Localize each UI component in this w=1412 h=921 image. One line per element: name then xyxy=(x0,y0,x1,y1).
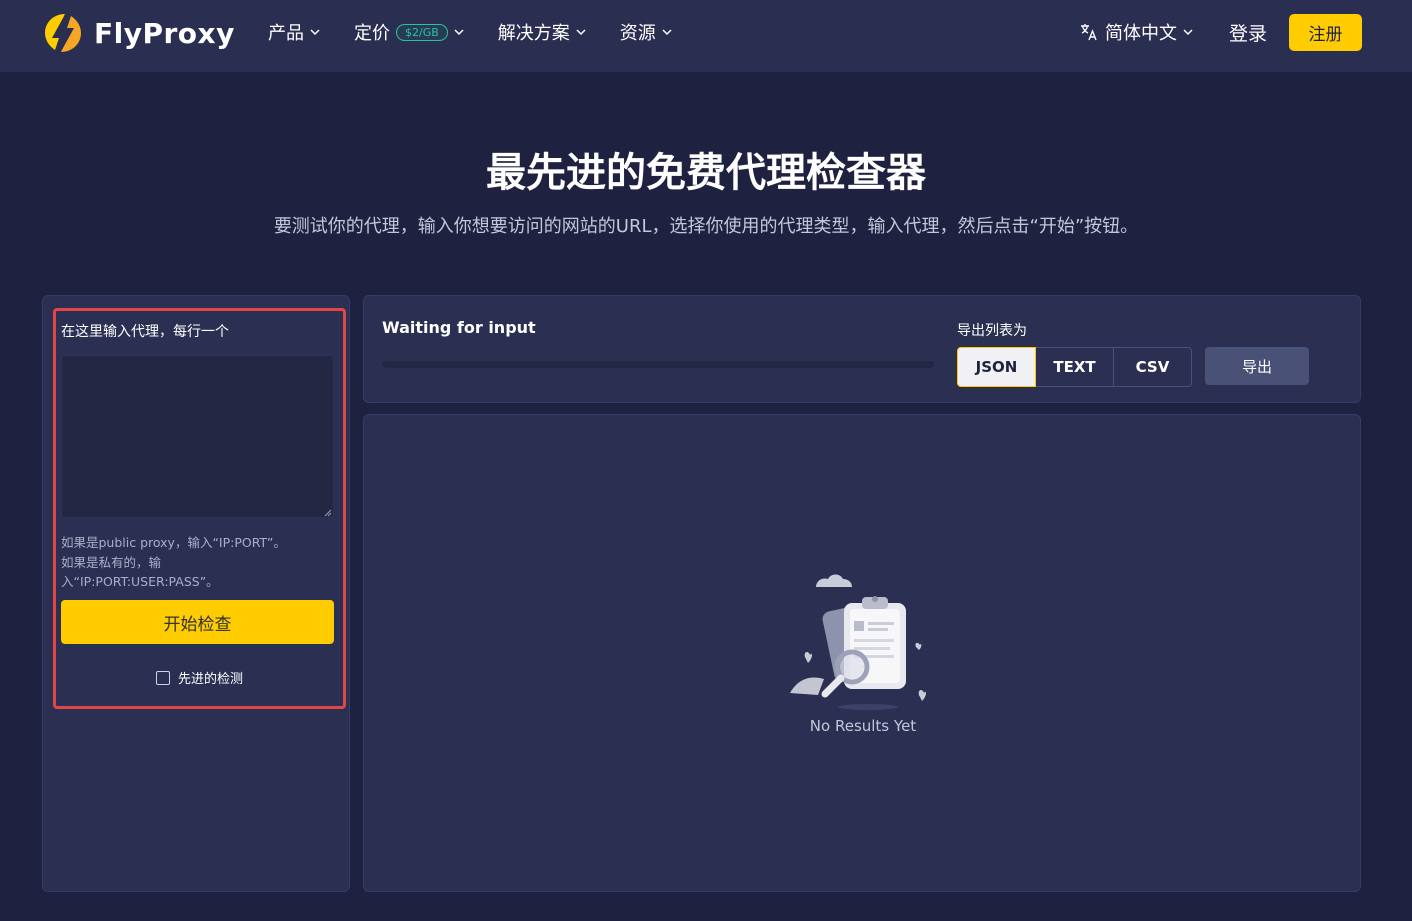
language-selector[interactable]: 简体中文 xyxy=(1079,19,1199,45)
price-badge: $2/GB xyxy=(396,23,448,41)
advanced-detection-checkbox[interactable] xyxy=(155,670,170,685)
chevron-down-icon xyxy=(310,29,320,36)
proxy-input-label: 在这里输入代理，每行一个 xyxy=(61,324,229,340)
flyproxy-logo-icon xyxy=(45,14,81,52)
page-subtitle: 要测试你的代理，输入你想要访问的网站的URL，选择你使用的代理类型，输入代理，然… xyxy=(273,216,1139,237)
advanced-detection-label: 先进的检测 xyxy=(177,672,243,687)
format-text-button[interactable]: TEXT xyxy=(1035,347,1114,387)
format-csv-button[interactable]: CSV xyxy=(1113,347,1192,387)
results-panel: No Results Yet xyxy=(363,414,1361,892)
language-label: 简体中文 xyxy=(1104,23,1177,44)
nav-item-resources-label: 资源 xyxy=(619,23,656,44)
translate-icon xyxy=(1080,24,1097,41)
nav-item-products[interactable]: 产品 xyxy=(268,19,320,45)
chevron-down-icon xyxy=(1183,29,1193,36)
start-check-button[interactable]: 开始检查 xyxy=(61,600,334,644)
nav-item-products-label: 产品 xyxy=(268,23,304,44)
progress-bar xyxy=(382,361,934,368)
nav-item-resources[interactable]: 资源 xyxy=(620,19,672,45)
login-link[interactable]: 登录 xyxy=(1229,19,1267,46)
page-title: 最先进的免费代理检查器 xyxy=(486,150,926,196)
chevron-down-icon xyxy=(454,29,464,36)
proxy-format-hint: 如果是public proxy，输入“IP:PORT”。如果是私有的，输入“IP… xyxy=(61,535,286,589)
nav-item-solutions-label: 解决方案 xyxy=(497,23,570,44)
proxy-input-panel: 在这里输入代理，每行一个 如果是public proxy，输入“IP:PORT”… xyxy=(42,295,350,892)
signup-button[interactable]: 注册 xyxy=(1289,13,1362,51)
no-results-illustration-icon xyxy=(790,574,926,710)
nav-item-pricing-label: 定价 xyxy=(354,23,390,44)
chevron-down-icon xyxy=(662,29,672,36)
nav-item-pricing[interactable]: 定价 $2/GB xyxy=(354,19,464,45)
export-format-label: 导出列表为 xyxy=(957,323,1027,339)
main-menu: 产品 定价 $2/GB 解决方案 资源 xyxy=(268,18,706,46)
resize-grip-icon[interactable] xyxy=(324,509,332,517)
no-results-text: No Results Yet xyxy=(809,717,917,735)
proxy-textarea[interactable] xyxy=(61,355,334,518)
brand-logo[interactable]: FlyProxy xyxy=(40,10,235,56)
status-panel: Waiting for input 导出列表为 JSON TEXT CSV 导出 xyxy=(363,295,1361,403)
nav-item-solutions[interactable]: 解决方案 xyxy=(498,19,586,45)
top-navbar: FlyProxy 产品 定价 $2/GB 解决方案 资源 简体中文 登录 注册 xyxy=(0,0,1412,72)
brand-name: FlyProxy xyxy=(94,16,235,50)
nav-actions: 简体中文 登录 注册 xyxy=(1079,13,1362,51)
chevron-down-icon xyxy=(576,29,586,36)
export-format-group: JSON TEXT CSV xyxy=(957,347,1192,387)
advanced-detection-row: 先进的检测 xyxy=(56,668,343,687)
status-text: Waiting for input xyxy=(382,318,536,337)
export-button[interactable]: 导出 xyxy=(1205,347,1309,385)
format-json-button[interactable]: JSON xyxy=(957,347,1036,387)
proxy-input-highlight-box: 在这里输入代理，每行一个 如果是public proxy，输入“IP:PORT”… xyxy=(53,308,346,709)
